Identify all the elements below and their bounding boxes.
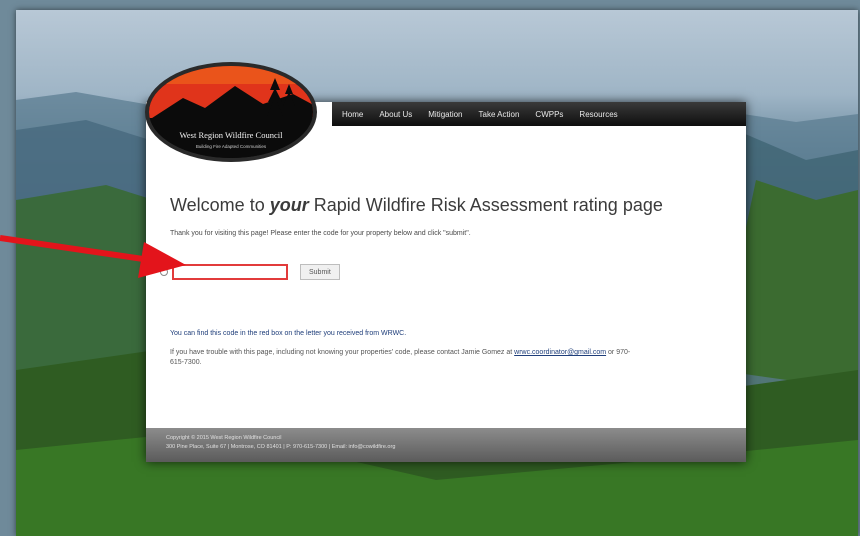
nav-take-action[interactable]: Take Action xyxy=(479,110,520,119)
submit-button[interactable]: Submit xyxy=(300,264,340,280)
page-title: Welcome to your Rapid Wildfire Risk Asse… xyxy=(170,195,663,215)
annotation-arrow-icon xyxy=(0,235,186,278)
code-hint: You can find this code in the red box on… xyxy=(170,330,407,337)
site-footer: Copyright © 2015 West Region Wildfire Co… xyxy=(146,428,746,462)
nav-mitigation[interactable]: Mitigation xyxy=(428,110,462,119)
intro-text: Thank you for visiting this page! Please… xyxy=(170,230,471,237)
footer-copyright: Copyright © 2015 West Region Wildfire Co… xyxy=(166,435,282,441)
logo-name: West Region Wildfire Council xyxy=(180,130,284,140)
nav-home[interactable]: Home xyxy=(342,110,363,119)
nav-cwpps[interactable]: CWPPs xyxy=(535,110,563,119)
top-navbar: Home About Us Mitigation Take Action CWP… xyxy=(332,102,746,126)
nav-about-us[interactable]: About Us xyxy=(379,110,412,119)
help-text: If you have trouble with this page, incl… xyxy=(170,349,631,366)
website-card: Home About Us Mitigation Take Action CWP… xyxy=(145,62,746,462)
nav-resources[interactable]: Resources xyxy=(579,110,617,119)
help-email-link[interactable]: wrwc.coordinator@gmail.com xyxy=(514,349,606,356)
footer-contact: 300 Pine Place, Suite 67 | Montrose, CO … xyxy=(166,444,396,450)
site-logo[interactable]: West Region Wildfire Council Building Fi… xyxy=(143,60,319,164)
logo-tagline: Building Fire Adapted Communities xyxy=(196,144,267,149)
